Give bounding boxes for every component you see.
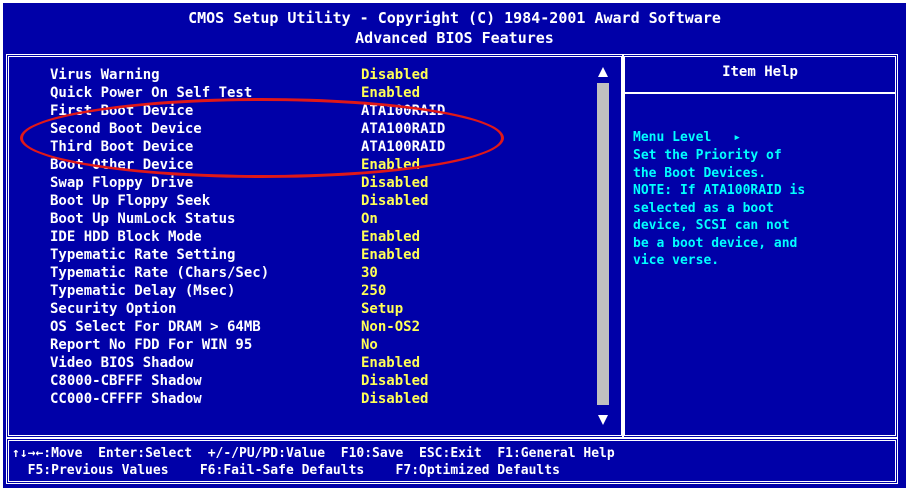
setting-row[interactable]: Typematic Rate (Chars/Sec) 30 <box>50 264 470 282</box>
failsafe-defaults-hint: F6:Fail-Safe Defaults <box>199 463 365 478</box>
setting-row[interactable]: Swap Floppy Drive Disabled <box>50 174 470 192</box>
menu-level: Menu Level ▸ <box>633 130 741 145</box>
help-text-line: vice verse. <box>633 253 720 268</box>
setting-label: Quick Power On Self Test <box>50 85 253 101</box>
setting-row[interactable]: CC000-CFFFF Shadow Disabled <box>50 390 470 408</box>
setting-value[interactable]: Disabled <box>361 372 428 390</box>
setting-label: C8000-CBFFF Shadow <box>50 373 202 389</box>
header-title: CMOS Setup Utility - Copyright (C) 1984-… <box>188 9 721 27</box>
setting-row[interactable]: Boot Other Device Enabled <box>50 156 470 174</box>
setting-value[interactable]: On <box>361 210 378 228</box>
status-line-2: F5:Previous Values F6:Fail-Safe Defaults… <box>12 462 892 479</box>
setting-label: CC000-CFFFF Shadow <box>50 391 202 407</box>
setting-value[interactable]: Enabled <box>361 246 420 264</box>
setting-label: Boot Up Floppy Seek <box>50 193 211 209</box>
setting-value[interactable]: ATA100RAID <box>361 102 445 120</box>
setting-label: Typematic Rate Setting <box>50 247 236 263</box>
setting-row[interactable]: C8000-CBFFF Shadow Disabled <box>50 372 470 390</box>
help-text-line: be a boot device, and <box>633 235 798 251</box>
setting-value[interactable]: 250 <box>361 282 386 300</box>
setting-label: Second Boot Device <box>50 121 202 137</box>
setting-label: Third Boot Device <box>50 139 194 155</box>
save-key-hint: F10:Save <box>340 446 404 461</box>
setting-label: IDE HDD Block Mode <box>50 229 202 245</box>
status-line-1: ↑↓→←:Move Enter:Select +/-/PU/PD:Value F… <box>12 445 892 462</box>
setting-row[interactable]: Second Boot Device ATA100RAID <box>50 120 470 138</box>
setting-label: Typematic Rate (Chars/Sec) <box>50 265 270 281</box>
scroll-down-icon[interactable] <box>598 415 608 425</box>
setting-row[interactable]: Quick Power On Self Test Enabled <box>50 84 470 102</box>
setting-value[interactable]: ATA100RAID <box>361 138 445 156</box>
bios-header: CMOS Setup Utility - Copyright (C) 1984-… <box>3 3 906 55</box>
setting-value[interactable]: ATA100RAID <box>361 120 445 138</box>
setting-value[interactable]: Setup <box>361 300 403 318</box>
move-key-hint: ↑↓→←:Move <box>12 446 83 461</box>
setting-value[interactable]: Enabled <box>361 84 420 102</box>
setting-value[interactable]: Disabled <box>361 390 428 408</box>
setting-label: Video BIOS Shadow <box>50 355 194 371</box>
setting-row[interactable]: Report No FDD For WIN 95 No <box>50 336 470 354</box>
setting-label: Boot Up NumLock Status <box>50 211 236 227</box>
setting-row[interactable]: Boot Up Floppy Seek Disabled <box>50 192 470 210</box>
help-divider <box>625 92 895 94</box>
setting-row[interactable]: First Boot Device ATA100RAID <box>50 102 470 120</box>
help-text-line: the Boot Devices. <box>633 165 767 181</box>
setting-value[interactable]: Disabled <box>361 174 428 192</box>
setting-label: Report No FDD For WIN 95 <box>50 337 253 353</box>
setting-row[interactable]: IDE HDD Block Mode Enabled <box>50 228 470 246</box>
setting-label: Virus Warning <box>50 67 160 83</box>
setting-label: First Boot Device <box>50 103 194 119</box>
setting-value[interactable]: 30 <box>361 264 378 282</box>
optimized-defaults-hint: F7:Optimized Defaults <box>395 463 560 478</box>
help-text-line: NOTE: If ATA100RAID is <box>633 183 806 198</box>
setting-value[interactable]: Enabled <box>361 156 420 174</box>
help-text-line: device, SCSI can not <box>633 218 790 233</box>
select-key-hint: Enter:Select <box>98 446 193 461</box>
setting-label: Typematic Delay (Msec) <box>50 283 236 299</box>
setting-label: Swap Floppy Drive <box>50 175 194 191</box>
setting-value[interactable]: Disabled <box>361 66 428 84</box>
setting-value[interactable]: Enabled <box>361 228 420 246</box>
help-key-hint: F1:General Help <box>497 446 615 461</box>
setting-row[interactable]: Security Option Setup <box>50 300 470 318</box>
setting-row[interactable]: Virus Warning Disabled <box>50 66 470 84</box>
right-triangle-icon: ▸ <box>733 130 742 145</box>
help-text: Set the Priority of the Boot Devices. NOTE… <box>633 147 893 270</box>
setting-value[interactable]: Disabled <box>361 192 428 210</box>
setting-row[interactable]: Video BIOS Shadow Enabled <box>50 354 470 372</box>
item-help-title: Item Help <box>722 64 798 80</box>
setting-row[interactable]: OS Select For DRAM > 64MB Non-OS2 <box>50 318 470 336</box>
setting-row[interactable]: Typematic Delay (Msec) 250 <box>50 282 470 300</box>
exit-key-hint: ESC:Exit <box>419 446 482 461</box>
help-text-line: Set the Priority of <box>633 148 782 163</box>
setting-value[interactable]: No <box>361 336 378 354</box>
scrollbar[interactable] <box>597 83 609 405</box>
header-subtitle: Advanced BIOS Features <box>355 29 554 47</box>
help-text-line: selected as a boot <box>633 200 774 216</box>
setting-label: Boot Other Device <box>50 157 194 173</box>
scroll-up-icon[interactable] <box>598 67 608 77</box>
previous-values-hint: F5:Previous Values <box>27 463 169 478</box>
setting-row[interactable]: Typematic Rate Setting Enabled <box>50 246 470 264</box>
setting-value[interactable]: Enabled <box>361 354 420 372</box>
setting-label: Security Option <box>50 301 177 317</box>
value-key-hint: +/-/PU/PD:Value <box>207 446 326 461</box>
setting-row[interactable]: Boot Up NumLock Status On <box>50 210 470 228</box>
setting-value[interactable]: Non-OS2 <box>361 318 420 336</box>
setting-row[interactable]: Third Boot Device ATA100RAID <box>50 138 470 156</box>
setting-label: OS Select For DRAM > 64MB <box>50 319 261 335</box>
menu-level-label: Menu Level <box>633 130 712 145</box>
